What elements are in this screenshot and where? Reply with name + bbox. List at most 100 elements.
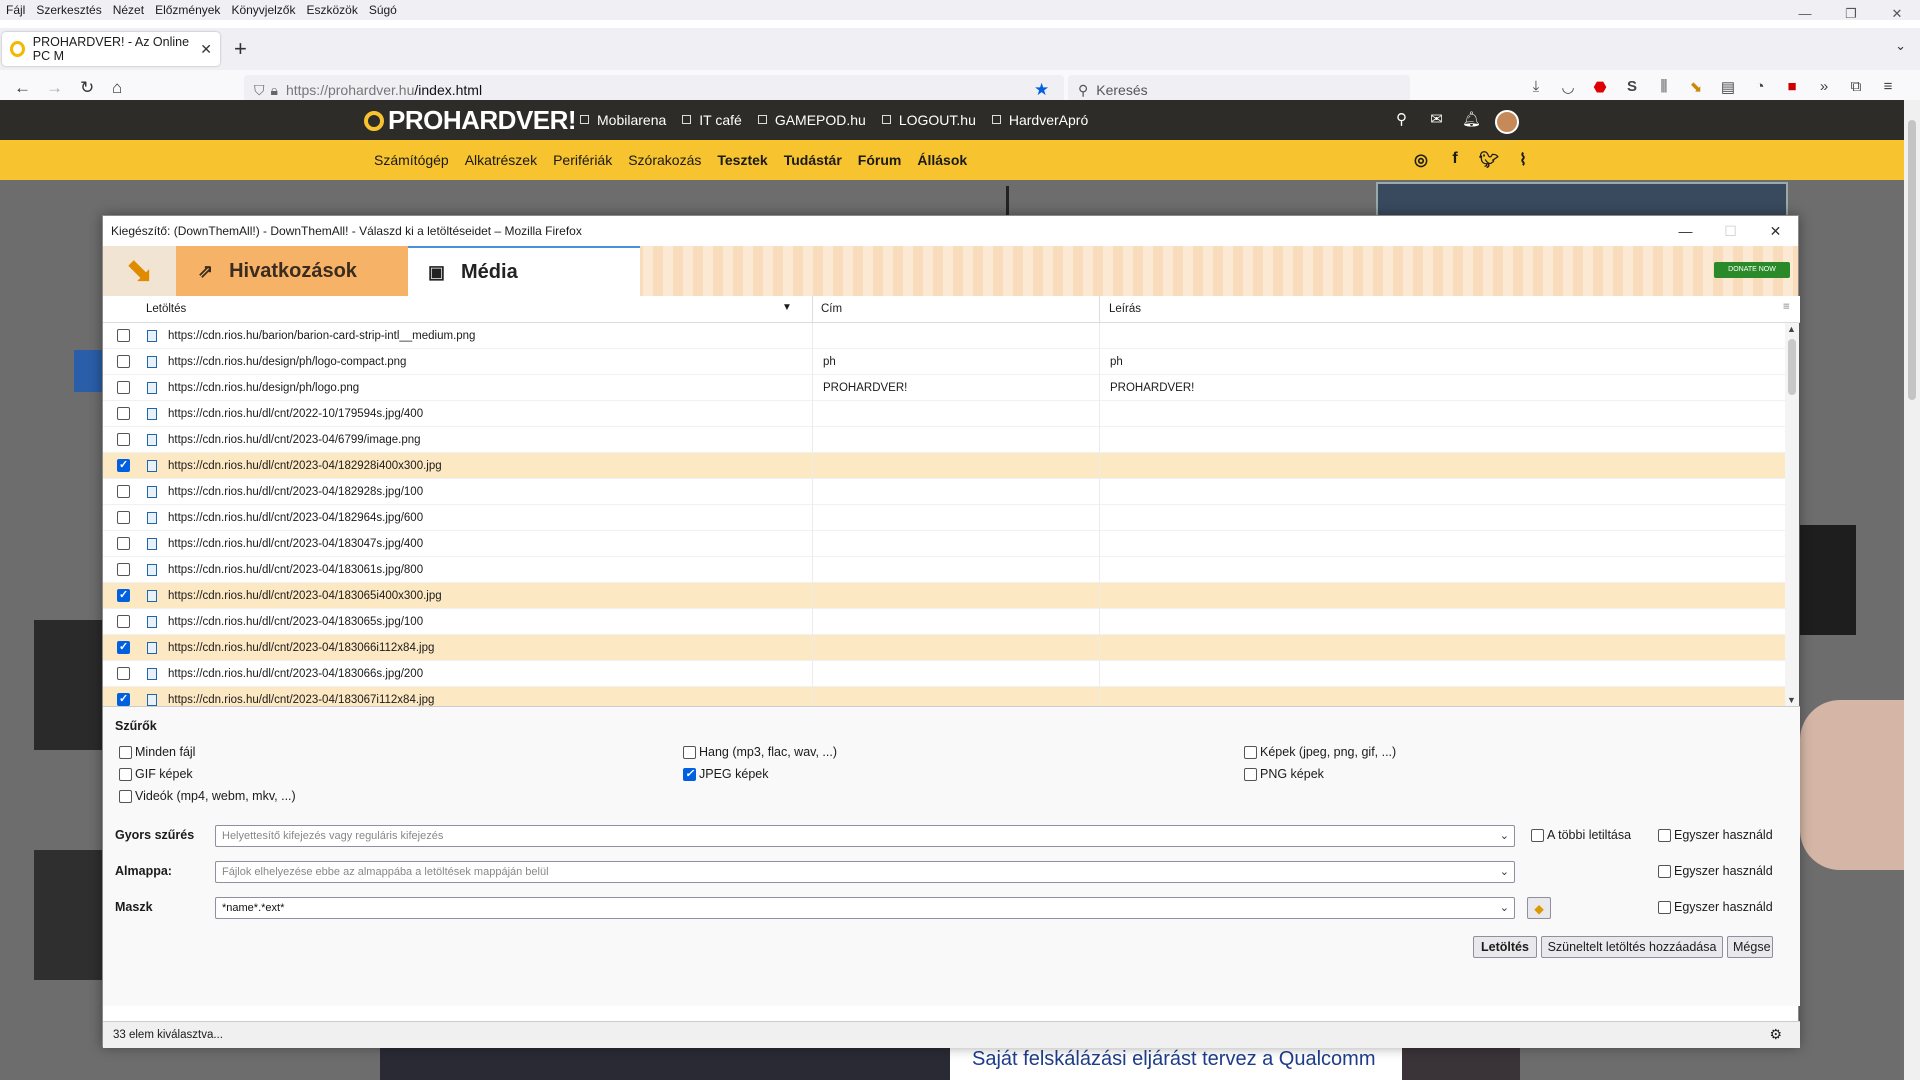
dialog-minimize-icon[interactable]: — [1663,216,1708,246]
column-description[interactable]: Leírás [1109,303,1141,315]
site-link-gamepod[interactable]: GAMEPOD.hu [758,112,866,128]
scroll-up-icon[interactable]: ▲ [1787,324,1796,334]
row-checkbox[interactable] [117,511,130,524]
row-checkbox[interactable] [117,329,130,342]
site-logo[interactable]: PROHARDVER! [364,105,577,136]
browser-tab[interactable]: PROHARDVER! - Az Online PC M ✕ [2,32,220,66]
minimize-icon[interactable]: — [1782,0,1828,28]
subfolder-once-checkbox[interactable]: Egyszer használd [1658,864,1773,878]
tag-button[interactable]: ◆ [1527,897,1551,919]
quick-once-checkbox[interactable]: Egyszer használd [1658,828,1773,842]
menu-edit[interactable]: Szerkesztés [36,3,101,17]
page-scrollbar[interactable] [1904,100,1920,1080]
site-search-icon[interactable]: ⚲ [1384,110,1419,134]
checkbox[interactable] [119,745,132,759]
checkbox[interactable] [1244,767,1257,781]
row-checkbox[interactable] [117,433,130,446]
row-checkbox[interactable] [117,381,130,394]
site-link-logout[interactable]: LOGOUT.hu [882,112,976,128]
table-row[interactable]: https://cdn.rios.hu/dl/cnt/2023-04/18292… [103,479,1785,505]
home-icon[interactable]: ⌂ [112,78,122,98]
site-nav-computer[interactable]: Számítógép [374,152,449,168]
row-checkbox[interactable] [117,640,130,654]
hamburger-menu-icon[interactable]: ≡ [1872,78,1904,96]
sort-desc-icon[interactable]: ▼ [782,302,792,313]
article-headline[interactable]: Saját felskálázási eljárást tervez a Qua… [972,1048,1376,1071]
filter-audio[interactable]: Hang (mp3, flac, wav, ...) [683,745,837,759]
quick-filter-input[interactable]: Helyettesítő kifejezés vagy reguláris ki… [215,825,1515,847]
cancel-button[interactable]: Mégse [1727,936,1773,958]
table-row[interactable]: https://cdn.rios.hu/design/ph/logo.png PR… [103,375,1785,401]
forward-icon[interactable]: → [46,78,63,98]
column-title[interactable]: Cím [821,303,842,315]
site-nav-tests[interactable]: Tesztek [717,152,767,168]
tracking-shield-icon[interactable]: ⛉ [254,82,265,99]
row-checkbox[interactable] [117,615,130,628]
table-row[interactable]: https://cdn.rios.hu/dl/cnt/2023-04/6799/… [103,427,1785,453]
row-checkbox[interactable] [117,485,130,498]
site-nav-forum[interactable]: Fórum [858,152,902,168]
menu-tools[interactable]: Eszközök [306,3,357,17]
filter-gif[interactable]: GIF képek [119,767,193,781]
downthemall-icon[interactable]: ⬊ [1680,78,1712,96]
menu-history[interactable]: Előzmények [155,3,220,17]
avatar[interactable] [1495,110,1519,134]
tab-close-icon[interactable]: ✕ [200,41,212,58]
page-scrollbar-thumb[interactable] [1908,120,1916,400]
site-nav-components[interactable]: Alkatrészek [465,152,537,168]
mask-once-checkbox[interactable]: Egyszer használd [1658,900,1773,914]
menu-bookmarks[interactable]: Könyvjelzők [231,3,295,17]
table-row[interactable]: https://cdn.rios.hu/dl/cnt/2023-04/18296… [103,505,1785,531]
pocket-icon[interactable]: ◡ [1552,78,1584,96]
new-tab-icon[interactable]: + [234,36,247,62]
back-icon[interactable]: ← [14,78,31,98]
extensions-icon[interactable]: ⧉ [1840,78,1872,96]
row-checkbox[interactable] [117,458,130,472]
instagram-icon[interactable]: ◎ [1404,150,1438,170]
site-nav-knowledge[interactable]: Tudástár [784,152,842,168]
site-nav-jobs[interactable]: Állások [917,152,967,168]
menu-help[interactable]: Súgó [369,3,397,17]
bookmark-star-icon[interactable]: ★ [1034,80,1049,100]
filter-images[interactable]: Képek (jpeg, png, gif, ...) [1244,745,1396,759]
disable-others-checkbox[interactable]: A többi letiltása [1531,828,1631,842]
site-bell-icon[interactable]: 🔔︎ [1454,110,1489,134]
checkbox[interactable] [683,745,696,759]
library-icon[interactable]: ⫼ [1648,78,1680,96]
downloads-icon[interactable]: ⤓ [1520,78,1552,96]
rss-icon[interactable]: ⌇ [1506,150,1540,170]
checkbox[interactable] [119,789,132,803]
twitter-icon[interactable]: 🐦︎ [1472,150,1506,170]
dialog-close-icon[interactable]: ✕ [1753,216,1798,246]
donate-button[interactable]: DONATE NOW [1714,262,1790,278]
list-scrollbar[interactable]: ▲ ▼ [1785,323,1799,706]
column-download[interactable]: Letöltés [146,303,186,315]
row-checkbox[interactable] [117,355,130,368]
column-picker-icon[interactable]: ≡ [1783,301,1790,313]
subfolder-input[interactable]: Fájlok elhelyezése ebbe az almappába a l… [215,861,1515,883]
row-checkbox[interactable] [117,692,130,706]
s-extension-icon[interactable]: S [1616,78,1648,96]
checkbox-checked[interactable] [683,767,696,781]
mask-input[interactable]: *name*.*ext* ⌄ [215,897,1515,919]
filter-png[interactable]: PNG képek [1244,767,1324,781]
row-checkbox[interactable] [117,407,130,420]
site-mail-icon[interactable]: ✉ [1419,110,1454,134]
table-row[interactable]: https://cdn.rios.hu/dl/cnt/2023-04/18306… [103,687,1785,706]
table-row[interactable]: https://cdn.rios.hu/design/ph/logo-compa… [103,349,1785,375]
table-row[interactable]: https://cdn.rios.hu/dl/cnt/2023-04/18306… [103,635,1785,661]
download-button[interactable]: Letöltés [1473,936,1537,958]
facebook-icon[interactable]: f [1438,150,1472,170]
filter-video[interactable]: Videók (mp4, webm, mkv, ...) [119,789,296,803]
menu-file[interactable]: Fájl [6,3,25,17]
row-checkbox[interactable] [117,667,130,680]
overflow-icon[interactable]: » [1808,78,1840,96]
table-row[interactable]: https://cdn.rios.hu/barion/barion-card-s… [103,323,1785,349]
site-nav-entertainment[interactable]: Szórakozás [628,152,701,168]
checkbox[interactable] [1244,745,1257,759]
tab-links[interactable]: ⇗ Hivatkozások [176,246,408,296]
restore-icon[interactable]: ❐ [1828,0,1874,28]
tab-media[interactable]: ▣ Média [408,246,640,296]
list-tabs-icon[interactable]: ⌄ [1895,38,1906,54]
gear-icon[interactable]: ⚙ [1769,1026,1782,1043]
